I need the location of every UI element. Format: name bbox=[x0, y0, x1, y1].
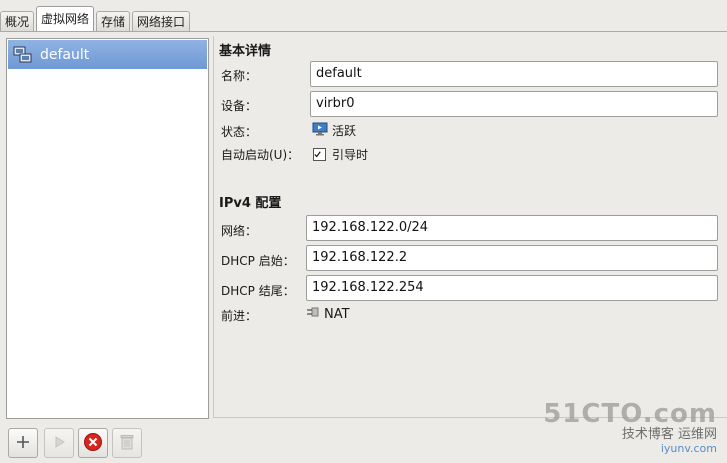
state-text: 活跃 bbox=[332, 124, 357, 138]
dhcp-start-field[interactable]: 192.168.122.2 bbox=[306, 245, 718, 271]
plus-icon bbox=[15, 434, 31, 453]
forward-label: 前进： bbox=[221, 309, 258, 323]
play-icon bbox=[51, 434, 67, 453]
watermark: 51CTO.com 技术博客 运维网 iyunv.com bbox=[543, 401, 717, 455]
panel-separator bbox=[213, 36, 214, 417]
watermark-url: iyunv.com bbox=[660, 442, 717, 455]
tab-overview[interactable]: 概况 bbox=[0, 11, 35, 32]
basic-details-heading: 基本详情 bbox=[219, 44, 272, 59]
watermark-subtitle: 技术博客 运维网 bbox=[621, 427, 717, 442]
network-list[interactable]: default bbox=[6, 38, 209, 419]
device-label: 设备： bbox=[221, 99, 258, 113]
name-field[interactable]: default bbox=[310, 61, 718, 87]
list-item[interactable]: default bbox=[8, 40, 207, 69]
tab-bar: 概况 虚拟网络 存储 网络接口 bbox=[0, 6, 192, 32]
monitor-active-icon bbox=[312, 122, 332, 139]
state-label: 状态： bbox=[221, 125, 258, 139]
network-computer-icon bbox=[13, 45, 33, 65]
autostart-text: 引导时 bbox=[332, 148, 369, 162]
stop-red-x-icon bbox=[83, 432, 103, 455]
add-network-button[interactable] bbox=[8, 428, 38, 458]
autostart-checkbox[interactable] bbox=[313, 148, 326, 161]
start-network-button[interactable] bbox=[44, 428, 74, 458]
tab-virtual-networks[interactable]: 虚拟网络 bbox=[36, 6, 95, 32]
state-value: 活跃 bbox=[312, 122, 356, 139]
name-label: 名称： bbox=[221, 69, 258, 83]
plug-icon bbox=[304, 305, 324, 323]
dhcp-start-label: DHCP 启始： bbox=[221, 254, 295, 268]
trash-icon bbox=[119, 433, 135, 454]
tab-storage[interactable]: 存储 bbox=[96, 11, 131, 32]
dhcp-end-field[interactable]: 192.168.122.254 bbox=[306, 275, 718, 301]
forward-text: NAT bbox=[324, 306, 350, 322]
autostart-label: 自动启动(U)： bbox=[221, 148, 300, 162]
ipv4-heading: IPv4 配置 bbox=[219, 196, 282, 211]
network-label: 网络： bbox=[221, 224, 258, 238]
network-name: default bbox=[40, 46, 90, 63]
autostart-control[interactable]: 引导时 bbox=[313, 146, 368, 163]
tab-divider bbox=[0, 31, 727, 32]
forward-value: NAT bbox=[304, 305, 350, 323]
stop-network-button[interactable] bbox=[78, 428, 108, 458]
dhcp-end-label: DHCP 结尾： bbox=[221, 284, 295, 298]
delete-network-button[interactable] bbox=[112, 428, 142, 458]
watermark-brand: 51CTO.com bbox=[543, 399, 717, 429]
device-field[interactable]: virbr0 bbox=[310, 91, 718, 117]
network-field[interactable]: 192.168.122.0/24 bbox=[306, 215, 718, 241]
tab-network-interfaces[interactable]: 网络接口 bbox=[132, 11, 191, 32]
